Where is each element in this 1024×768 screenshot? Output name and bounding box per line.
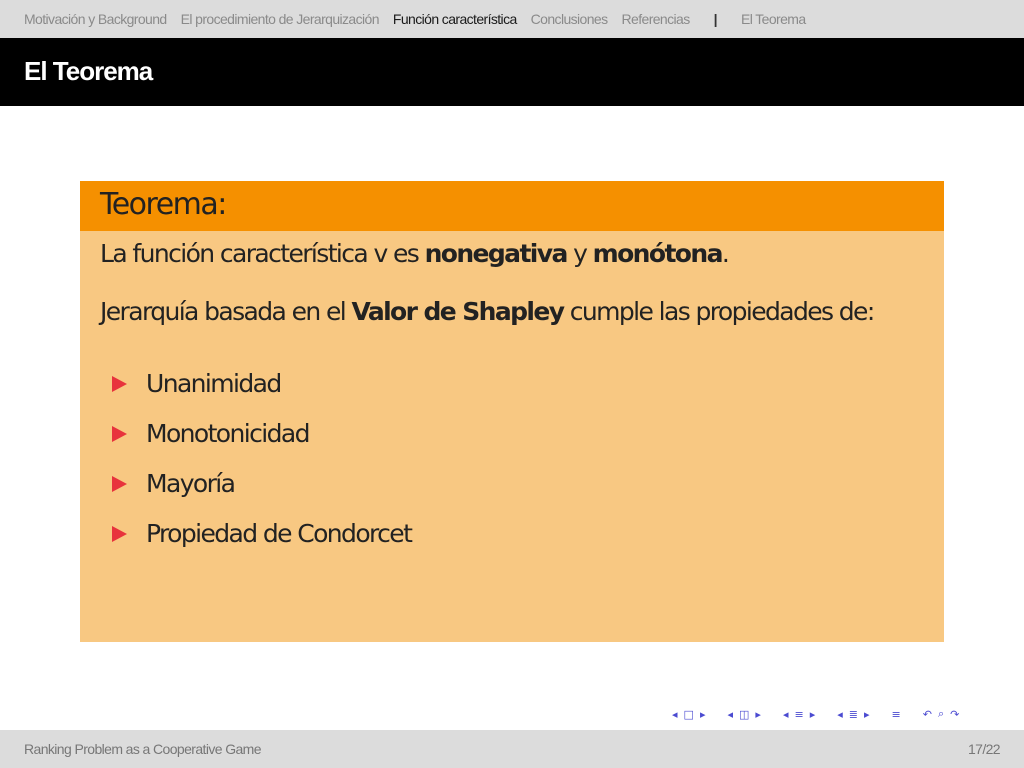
list-item: Unanimidad bbox=[100, 367, 924, 417]
statement-2-pre: Jerarquía basada en el bbox=[100, 297, 352, 326]
back-icon[interactable]: ↶ bbox=[923, 708, 932, 721]
footer-title: Ranking Problem as a Cooperative Game bbox=[24, 741, 262, 757]
nav-section-procedimiento[interactable]: El procedimiento de Jerarquización bbox=[181, 11, 380, 27]
nav-subsection-teorema[interactable]: El Teorema bbox=[741, 11, 806, 27]
next-section-icon[interactable]: ▸ bbox=[810, 708, 816, 721]
nav-section-funcion[interactable]: Función característica bbox=[393, 11, 517, 27]
list-item-label: Monotonicidad bbox=[146, 419, 310, 448]
bullet-triangle-icon bbox=[112, 426, 127, 442]
prev-section-icon[interactable]: ◂ bbox=[783, 708, 789, 721]
list-item-label: Propiedad de Condorcet bbox=[146, 519, 413, 548]
list-item: Mayoría bbox=[100, 467, 924, 517]
list-item: Propiedad de Condorcet bbox=[100, 517, 924, 567]
next-subsection-icon[interactable]: ▸ bbox=[755, 708, 761, 721]
next-doc-icon[interactable]: ▸ bbox=[864, 708, 870, 721]
next-frame-icon[interactable]: ▸ bbox=[700, 708, 706, 721]
beamer-navigation-symbols: ◂ □ ▸ ◂ ◫ ▸ ◂ ≡ ▸ ◂ ≣ ▸ ≡ ↶ ⌕ ↷ bbox=[672, 704, 959, 724]
theorem-statement-1: La función característica v es nonegativ… bbox=[100, 239, 924, 269]
statement-2-bold-shapley: Valor de Shapley bbox=[351, 297, 565, 326]
frame-title: El Teorema bbox=[24, 56, 153, 86]
align-icon[interactable]: ≡ bbox=[892, 708, 901, 721]
theorem-title: Teorema: bbox=[100, 187, 227, 222]
search-icon[interactable]: ⌕ bbox=[938, 707, 944, 721]
list-item-label: Mayoría bbox=[146, 469, 236, 498]
theorem-body: La función característica v es nonegativ… bbox=[100, 239, 924, 567]
forward-icon[interactable]: ↷ bbox=[950, 708, 959, 721]
subsection-icon[interactable]: ◫ bbox=[739, 708, 749, 721]
frame-title-bar: El Teorema bbox=[0, 38, 1024, 106]
statement-1-mid: y bbox=[566, 239, 593, 268]
bullet-triangle-icon bbox=[112, 376, 127, 392]
section-navigation: Motivación y Background El procedimiento… bbox=[0, 0, 1024, 38]
statement-1-bold-monotona: monótona bbox=[592, 239, 724, 268]
statement-1-post: . bbox=[721, 239, 730, 268]
section-icon[interactable]: ≡ bbox=[794, 708, 803, 721]
statement-1-bold-nonegativa: nonegativa bbox=[424, 239, 569, 268]
prev-doc-icon[interactable]: ◂ bbox=[837, 708, 843, 721]
doc-icon[interactable]: ≣ bbox=[849, 708, 858, 721]
property-list: Unanimidad Monotonicidad Mayoría Propied… bbox=[100, 367, 924, 567]
list-item: Monotonicidad bbox=[100, 417, 924, 467]
nav-separator: | bbox=[713, 11, 718, 27]
prev-frame-icon[interactable]: ◂ bbox=[672, 708, 678, 721]
nav-section-referencias[interactable]: Referencias bbox=[622, 11, 691, 27]
nav-section-motivacion[interactable]: Motivación y Background bbox=[24, 11, 167, 27]
theorem-block: Teorema: La función característica v es … bbox=[80, 181, 944, 642]
footer-bar: Ranking Problem as a Cooperative Game 17… bbox=[0, 730, 1024, 768]
theorem-header: Teorema: bbox=[80, 181, 944, 231]
list-item-label: Unanimidad bbox=[146, 369, 282, 398]
nav-section-conclusiones[interactable]: Conclusiones bbox=[531, 11, 608, 27]
bullet-triangle-icon bbox=[112, 526, 127, 542]
prev-subsection-icon[interactable]: ◂ bbox=[727, 708, 733, 721]
page-number: 17/22 bbox=[967, 741, 1001, 757]
frame-icon[interactable]: □ bbox=[684, 708, 694, 721]
theorem-statement-2: Jerarquía basada en el Valor de Shapley … bbox=[100, 297, 924, 327]
bullet-triangle-icon bbox=[112, 476, 127, 492]
statement-2-post: cumple las propiedades de: bbox=[563, 297, 876, 326]
statement-1-pre: La función característica v es bbox=[100, 239, 425, 268]
